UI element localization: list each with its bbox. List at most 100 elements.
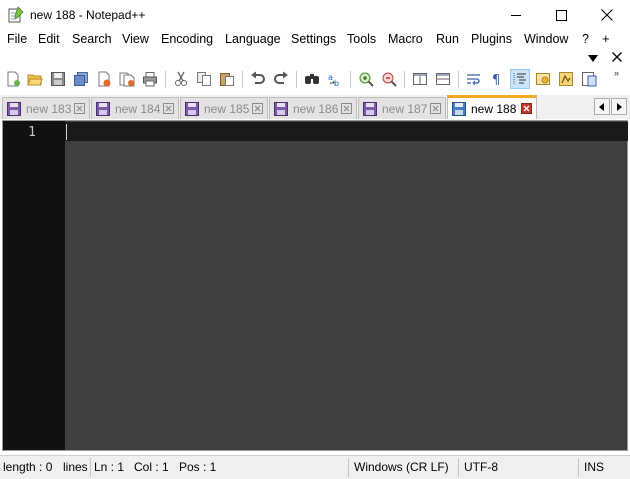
title-bar: new 188 - Notepad++ <box>0 0 630 30</box>
tab-new-186[interactable]: new 186 <box>269 97 357 119</box>
close-file-button[interactable] <box>94 69 114 89</box>
paste-button[interactable] <box>217 69 237 89</box>
maximize-icon <box>555 9 567 21</box>
tab-scroll-right-button[interactable] <box>611 98 627 115</box>
floppy-disk-icon <box>274 101 288 116</box>
word-wrap-icon <box>467 74 480 86</box>
cut-icon <box>175 71 187 86</box>
menu-macro[interactable]: Macro <box>388 32 423 46</box>
window-title: new 188 - Notepad++ <box>30 8 146 22</box>
save-button[interactable] <box>48 69 68 89</box>
status-encoding[interactable]: UTF-8 <box>464 460 498 474</box>
menu-edit[interactable]: Edit <box>38 32 60 46</box>
close-tab-icon[interactable] <box>341 103 352 114</box>
sync-horizontal-button[interactable] <box>433 69 453 89</box>
new-file-icon <box>7 71 20 87</box>
status-length: length : 0 <box>3 460 53 474</box>
close-tab-icon[interactable] <box>252 103 263 114</box>
print-button[interactable] <box>140 69 160 89</box>
line-number: 1 <box>28 125 36 140</box>
tab-new-187[interactable]: new 187 <box>358 97 446 119</box>
menu-view[interactable]: View <box>122 32 149 46</box>
toolbar-overflow-button[interactable]: » <box>614 68 619 78</box>
menu-plugins[interactable]: Plugins <box>471 32 512 46</box>
status-bar: length : 0 lines Ln : 1 Col : 1 Pos : 1 … <box>0 455 630 479</box>
tab-scroll-left-button[interactable] <box>594 98 610 115</box>
maximize-button[interactable] <box>538 0 584 30</box>
close-file-icon <box>98 71 111 87</box>
tab-label: new 185 <box>204 101 250 116</box>
redo-button[interactable] <box>271 69 291 89</box>
tab-new-185[interactable]: new 185 <box>180 97 268 119</box>
replace-icon: ab <box>328 73 339 87</box>
document-map-icon <box>559 72 573 86</box>
save-icon <box>51 72 65 86</box>
svg-text:b: b <box>334 79 339 87</box>
copy-button[interactable] <box>194 69 214 89</box>
close-tab-icon[interactable] <box>163 103 174 114</box>
close-window-button[interactable] <box>584 0 630 30</box>
status-column: Col : 1 <box>134 460 169 474</box>
close-all-icon <box>119 72 135 87</box>
indent-guide-icon <box>513 73 526 85</box>
svg-text:a: a <box>328 73 333 82</box>
close-document-icon[interactable] <box>611 51 623 63</box>
menu-tools[interactable]: Tools <box>347 32 376 46</box>
zoom-out-button[interactable] <box>379 69 399 89</box>
tab-new-183[interactable]: new 183 <box>2 97 90 119</box>
replace-button[interactable]: ab <box>325 69 345 89</box>
zoom-in-button[interactable] <box>356 69 376 89</box>
close-all-button[interactable] <box>117 69 137 89</box>
add-new-tab-button[interactable]: + <box>602 31 610 46</box>
menu-search[interactable]: Search <box>72 32 112 46</box>
sync-vertical-button[interactable] <box>410 69 430 89</box>
show-all-characters-button[interactable]: ¶ <box>487 69 507 89</box>
user-defined-language-button[interactable] <box>533 69 553 89</box>
close-icon <box>601 9 613 21</box>
find-button[interactable] <box>302 69 322 89</box>
menu-run[interactable]: Run <box>436 32 459 46</box>
indent-guide-button[interactable] <box>510 69 530 89</box>
close-tab-icon[interactable] <box>430 103 441 114</box>
menu-window[interactable]: Window <box>524 32 568 46</box>
chevron-left-icon <box>599 102 604 111</box>
print-icon <box>143 72 157 87</box>
tab-label: new 186 <box>293 101 339 116</box>
document-map-button[interactable] <box>556 69 576 89</box>
function-list-button[interactable] <box>579 69 599 89</box>
tab-label: new 183 <box>26 101 72 116</box>
tab-label: new 188 <box>471 101 517 116</box>
status-insert-mode[interactable]: INS <box>584 460 604 474</box>
tab-label: new 184 <box>115 101 161 116</box>
tab-new-184[interactable]: new 184 <box>91 97 179 119</box>
floppy-disk-icon <box>96 101 110 116</box>
menu-bar: File Edit Search View Encoding Language … <box>0 30 630 50</box>
save-all-button[interactable] <box>71 69 91 89</box>
menu-language[interactable]: Language <box>225 32 281 46</box>
open-file-icon <box>27 74 43 86</box>
close-tab-icon[interactable] <box>74 103 85 114</box>
menu-encoding[interactable]: Encoding <box>161 32 213 46</box>
text-caret <box>66 124 67 140</box>
save-all-icon <box>74 72 88 86</box>
menu-file[interactable]: File <box>7 32 27 46</box>
text-editor[interactable]: 1 <box>2 120 628 451</box>
word-wrap-button[interactable] <box>464 69 484 89</box>
zoom-in-icon <box>359 72 374 87</box>
svg-text:¶: ¶ <box>492 73 500 87</box>
menu-settings[interactable]: Settings <box>291 32 336 46</box>
chevron-right-icon <box>617 102 622 111</box>
current-line-highlight <box>65 122 628 141</box>
close-tab-icon[interactable] <box>521 103 532 114</box>
tab-label: new 187 <box>382 101 428 116</box>
menu-help[interactable]: ? <box>582 32 589 46</box>
status-line-ending[interactable]: Windows (CR LF) <box>354 460 449 474</box>
chevron-down-icon[interactable] <box>587 52 599 64</box>
cut-button[interactable] <box>171 69 191 89</box>
new-file-button[interactable] <box>3 69 23 89</box>
undo-button[interactable] <box>248 69 268 89</box>
open-file-button[interactable] <box>25 69 45 89</box>
minimize-button[interactable] <box>493 0 539 30</box>
find-icon <box>305 74 319 84</box>
tab-new-188[interactable]: new 188 <box>447 95 537 119</box>
